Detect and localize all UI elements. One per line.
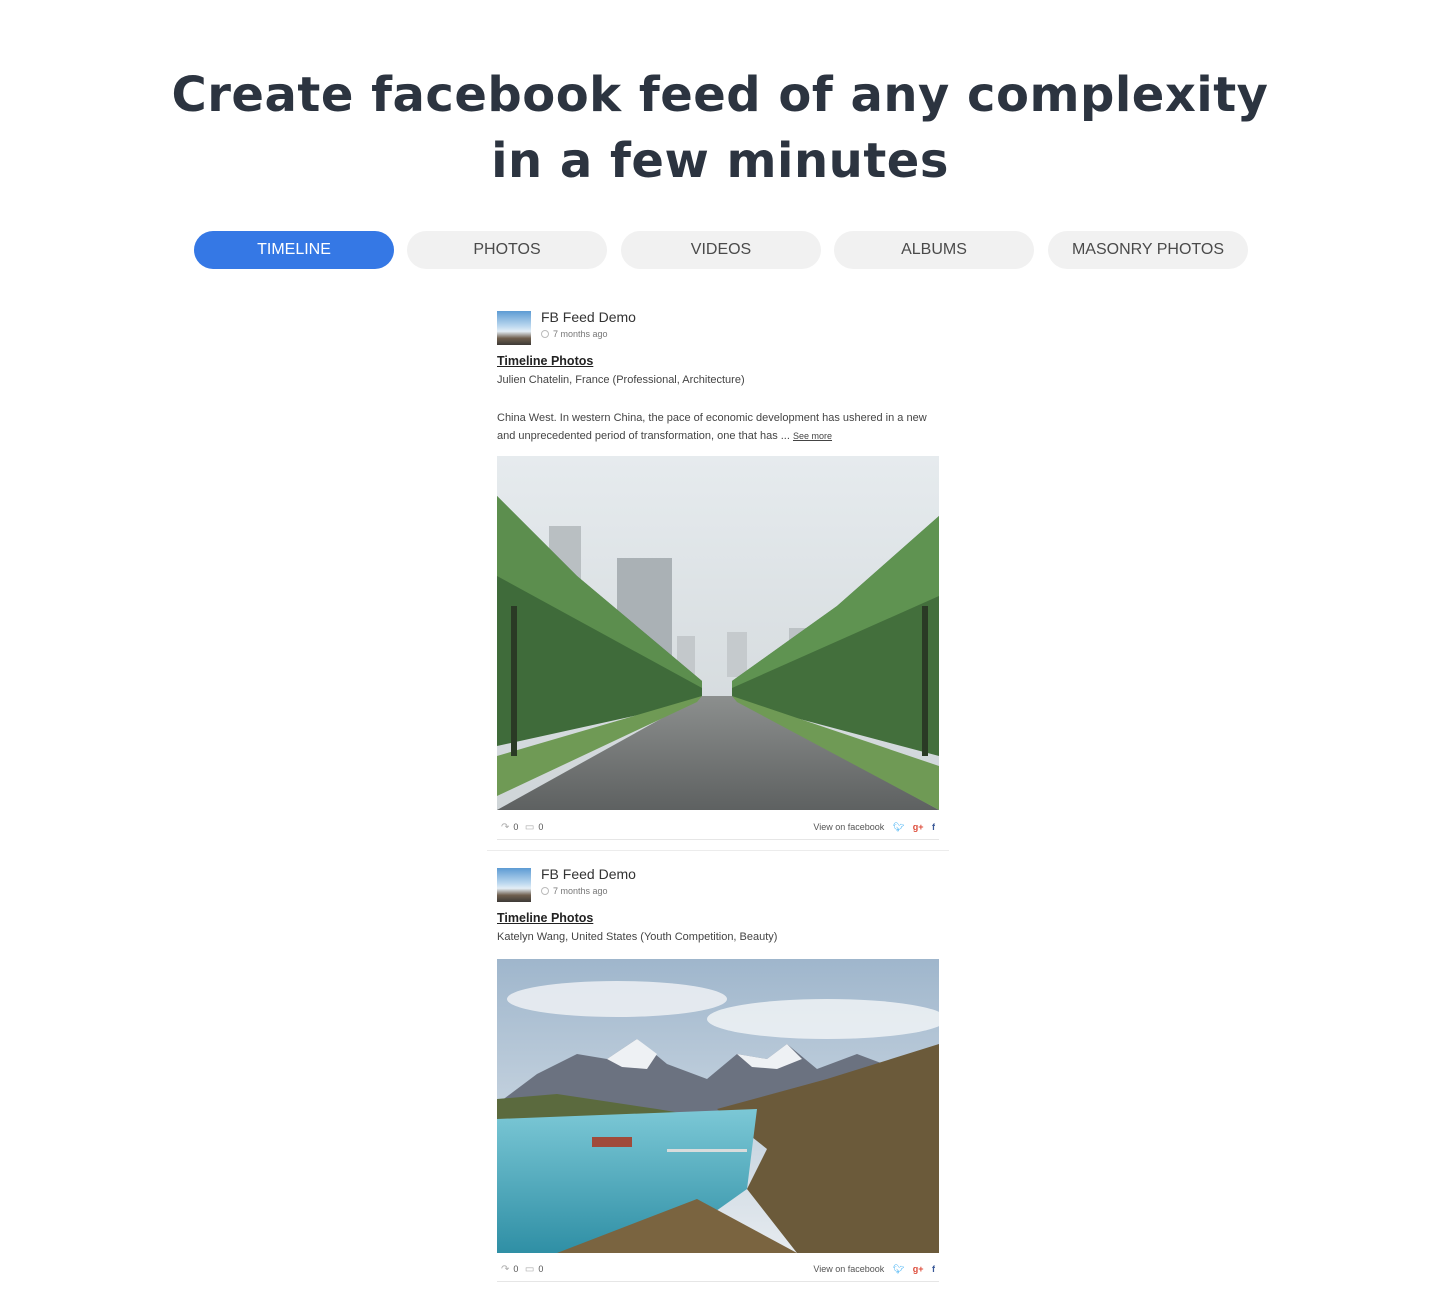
post-author[interactable]: FB Feed Demo — [541, 866, 636, 882]
post-body: China West. In western China, the pace o… — [497, 409, 941, 445]
view-on-facebook-link[interactable]: View on facebook — [813, 1264, 884, 1274]
share-count: 0 — [513, 1264, 519, 1274]
post-subtitle: Julien Chatelin, France (Professional, A… — [497, 374, 745, 386]
tab-photos[interactable]: PHOTOS — [407, 231, 607, 269]
share-icon: ↷ — [501, 822, 510, 833]
see-more-link[interactable]: See more — [793, 431, 832, 441]
post-stats: ↷ 0 ▭ 0 — [501, 1264, 547, 1275]
post-title-link[interactable]: Timeline Photos — [497, 911, 593, 925]
twitter-icon[interactable]: 🐦︎ — [893, 1264, 904, 1275]
post-photo[interactable] — [497, 456, 939, 810]
post-title-link[interactable]: Timeline Photos — [497, 354, 593, 368]
facebook-icon[interactable]: f — [932, 822, 935, 832]
page-headline: Create facebook feed of any complexity i… — [0, 62, 1440, 194]
post-author[interactable]: FB Feed Demo — [541, 309, 636, 325]
comment-count: 0 — [538, 1264, 544, 1274]
tab-videos[interactable]: VIDEOS — [621, 231, 821, 269]
clock-icon — [541, 330, 549, 338]
comment-count: 0 — [538, 822, 544, 832]
facebook-icon[interactable]: f — [932, 1264, 935, 1274]
post-actions: View on facebook 🐦︎ g+ f — [807, 1264, 935, 1275]
post-subtitle: Katelyn Wang, United States (Youth Compe… — [497, 931, 778, 943]
post-footer: ↷ 0 ▭ 0 View on facebook 🐦︎ g+ f — [497, 820, 939, 840]
divider — [497, 839, 939, 840]
post-actions: View on facebook 🐦︎ g+ f — [807, 822, 935, 833]
post-stats: ↷ 0 ▭ 0 — [501, 822, 547, 833]
post-photo[interactable] — [497, 959, 939, 1253]
feed-post: FB Feed Demo 7 months ago Timeline Photo… — [487, 862, 949, 1286]
comment-icon: ▭ — [524, 822, 535, 833]
feed-tabs: TIMELINE PHOTOS VIDEOS ALBUMS MASONRY PH… — [194, 231, 1248, 269]
google-plus-icon[interactable]: g+ — [913, 1264, 924, 1274]
tab-timeline[interactable]: TIMELINE — [194, 231, 394, 269]
divider — [497, 1281, 939, 1282]
share-count: 0 — [513, 822, 519, 832]
post-time: 7 months ago — [541, 329, 608, 339]
post-body-text: China West. In western China, the pace o… — [497, 412, 927, 442]
post-time-text: 7 months ago — [553, 329, 608, 339]
mountain-lake-photo — [497, 959, 939, 1253]
post-time: 7 months ago — [541, 886, 608, 896]
tab-albums[interactable]: ALBUMS — [834, 231, 1034, 269]
feed-post: FB Feed Demo 7 months ago Timeline Photo… — [487, 305, 949, 851]
headline-line-2: in a few minutes — [491, 133, 949, 189]
share-icon: ↷ — [501, 1264, 510, 1275]
clock-icon — [541, 887, 549, 895]
city-road-photo — [497, 456, 939, 810]
avatar[interactable] — [497, 868, 531, 902]
twitter-icon[interactable]: 🐦︎ — [893, 822, 904, 833]
headline-line-1: Create facebook feed of any complexity — [171, 67, 1269, 123]
google-plus-icon[interactable]: g+ — [913, 822, 924, 832]
view-on-facebook-link[interactable]: View on facebook — [813, 822, 884, 832]
post-footer: ↷ 0 ▭ 0 View on facebook 🐦︎ g+ f — [497, 1262, 939, 1282]
avatar[interactable] — [497, 311, 531, 345]
tab-masonry-photos[interactable]: MASONRY PHOTOS — [1048, 231, 1248, 269]
post-time-text: 7 months ago — [553, 886, 608, 896]
comment-icon: ▭ — [524, 1264, 535, 1275]
